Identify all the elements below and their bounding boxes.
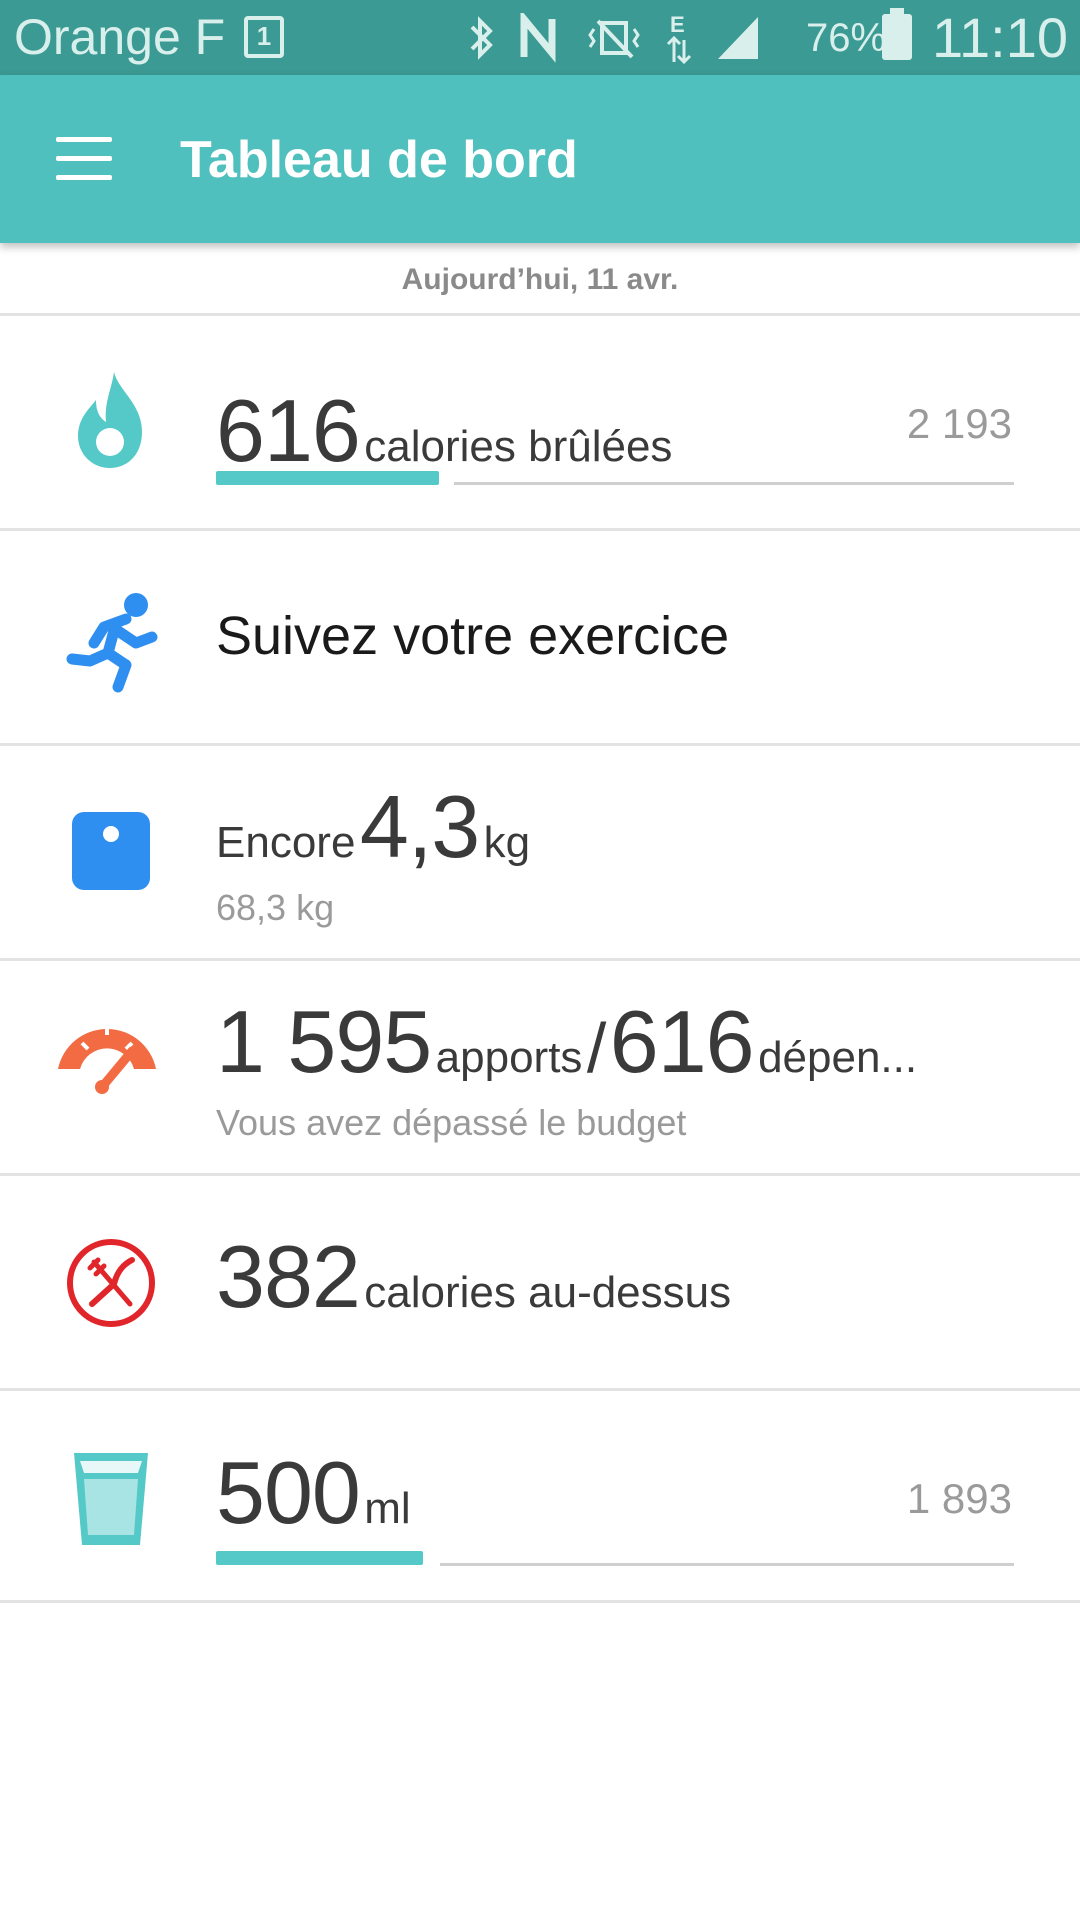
app-bar: Tableau de bord <box>0 75 1080 243</box>
runner-icon <box>56 583 166 693</box>
calories-burned-value: 616 <box>216 381 361 480</box>
calories-burned-label: calories brûlées <box>364 422 673 471</box>
menu-icon[interactable] <box>56 137 112 181</box>
edge-label: E <box>670 12 685 37</box>
budget-separator: / <box>586 1009 606 1087</box>
flame-icon <box>56 366 166 476</box>
water-goal: 1 893 <box>906 1475 1012 1522</box>
clock: 11:10 <box>932 6 1068 69</box>
signal-icon <box>718 16 758 59</box>
food-line: 382 calories au-dessus <box>216 1232 731 1348</box>
tile-calories-burned[interactable]: 616 calories brûlées 2 193 <box>0 313 1080 528</box>
calories-goal: 2 193 <box>906 400 1012 447</box>
tile-exercise[interactable]: Suivez votre exercice <box>0 528 1080 743</box>
burned-value: 616 <box>609 992 755 1091</box>
status-icons: E <box>466 0 762 75</box>
vibrate-icon <box>588 19 640 58</box>
weight-unit: kg <box>483 818 531 867</box>
sim-slot-icon: 1 <box>244 16 284 58</box>
page-title: Tableau de bord <box>180 131 578 189</box>
exercise-label: Suivez votre exercice <box>216 606 730 666</box>
battery-percent: 76% <box>806 16 887 60</box>
weight-prefix: Encore <box>216 818 356 867</box>
weight-line: Encore 4,3 kg <box>216 782 530 898</box>
scale-icon <box>56 796 166 906</box>
water-value: 500 <box>216 1443 361 1542</box>
budget-line: 1 595 apports / 616 dépen... <box>216 997 917 1113</box>
weight-remaining-value: 4,3 <box>359 777 480 876</box>
water-progress-fill <box>216 1551 423 1565</box>
tile-weight[interactable]: Encore 4,3 kg 68,3 kg <box>0 743 1080 958</box>
calories-progress-fill <box>216 471 439 485</box>
food-calories-label: calories au-dessus <box>364 1268 732 1317</box>
tile-water[interactable]: 500 ml 1 893 <box>0 1388 1080 1603</box>
data-edge-icon: E <box>666 12 692 64</box>
water-glass-icon <box>56 1443 166 1553</box>
fork-knife-icon <box>56 1228 166 1338</box>
water-progress-track <box>440 1563 1014 1566</box>
nfc-icon <box>520 12 556 63</box>
battery-icon <box>882 8 912 60</box>
carrier-name: Orange F <box>14 9 226 65</box>
tile-calorie-budget[interactable]: 1 595 apports / 616 dépen... Vous avez d… <box>0 958 1080 1173</box>
food-calories-value: 382 <box>216 1227 361 1326</box>
current-weight: 68,3 kg <box>216 887 335 928</box>
calories-progress-track <box>454 482 1014 485</box>
water-unit: ml <box>364 1484 411 1533</box>
intake-label: apports <box>435 1033 583 1082</box>
date-label[interactable]: Aujourd’hui, 11 avr. <box>0 243 1080 313</box>
gauge-icon <box>52 1003 162 1113</box>
burned-label: dépen... <box>758 1033 918 1082</box>
status-bar: Orange F 1 E 76% 11:10 <box>0 0 1080 75</box>
intake-value: 1 595 <box>216 992 432 1091</box>
tile-food[interactable]: 382 calories au-dessus <box>0 1173 1080 1388</box>
budget-status: Vous avez dépassé le budget <box>216 1102 687 1143</box>
bluetooth-icon <box>470 15 493 60</box>
